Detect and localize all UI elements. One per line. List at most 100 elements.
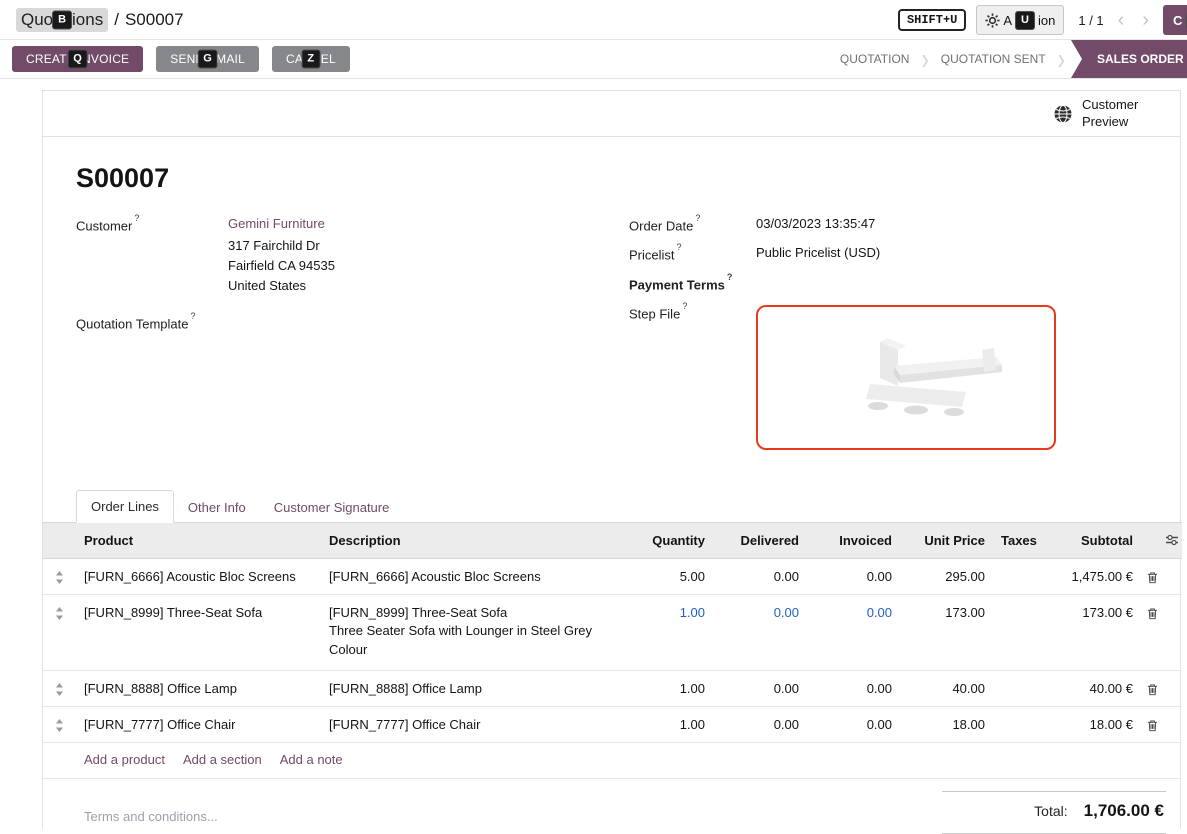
address-line: 317 Fairchild Dr (228, 236, 335, 256)
customer-address: 317 Fairchild Dr Fairfield CA 94535 Unit… (228, 236, 335, 296)
cell-quantity[interactable]: 1.00 (621, 706, 713, 742)
cell-product[interactable]: [FURN_8888] Office Lamp (76, 670, 321, 706)
order-date-input[interactable]: 03/03/2023 13:35:47 (756, 216, 875, 233)
delete-line-button[interactable] (1141, 670, 1163, 706)
tab-other-info[interactable]: Other Info (174, 492, 260, 523)
customer-preview-link[interactable]: Customer Preview (1082, 97, 1154, 130)
customer-preview-row: Customer Preview (43, 91, 1180, 137)
order-line-footer-links: Add a product Add a section Add a note (43, 743, 1180, 779)
tab-order-lines[interactable]: Order Lines (76, 490, 174, 523)
field-pricelist-label: Pricelist? (629, 245, 756, 262)
cell-delivered[interactable]: 0.00 (713, 594, 807, 670)
cell-product[interactable]: [FURN_6666] Acoustic Bloc Screens (76, 558, 321, 594)
pager-count: 1 / 1 (1078, 13, 1103, 28)
drag-handle[interactable] (43, 558, 76, 594)
breadcrumb-quotations[interactable]: Quotations B (16, 8, 108, 32)
cell-unit-price[interactable]: 295.00 (900, 558, 993, 594)
cell-taxes[interactable] (993, 706, 1041, 742)
cancel-button[interactable]: CANCEL Z (272, 46, 350, 72)
cell-delivered[interactable]: 0.00 (713, 558, 807, 594)
fields-section: Customer? Gemini Furniture 317 Fairchild… (76, 216, 1142, 462)
status-step-quotation[interactable]: QUOTATION (830, 52, 920, 66)
address-line: Fairfield CA 94535 (228, 256, 335, 276)
drag-handle[interactable] (43, 670, 76, 706)
step-file-3d-render (784, 322, 1028, 432)
drag-handle[interactable] (43, 594, 76, 670)
cell-product[interactable]: [FURN_7777] Office Chair (76, 706, 321, 742)
field-step-file: Step File? (629, 304, 1142, 450)
cell-description[interactable]: [FURN_8999] Three-Seat Sofa Three Seater… (321, 594, 621, 670)
hotkey-badge: Q (67, 50, 88, 69)
field-payment-terms-label: Payment Terms? (629, 275, 756, 292)
send-email-button[interactable]: SEND EMAIL G (156, 46, 259, 72)
cell-invoiced[interactable]: 0.00 (807, 706, 900, 742)
terms-placeholder[interactable]: Terms and conditions... (84, 809, 218, 824)
tab-customer-signature[interactable]: Customer Signature (260, 492, 404, 523)
cell-quantity[interactable]: 1.00 (621, 670, 713, 706)
trash-icon (1143, 683, 1161, 696)
add-a-note-link[interactable]: Add a note (280, 752, 343, 767)
trash-icon (1143, 607, 1161, 620)
cell-taxes[interactable] (993, 594, 1041, 670)
cell-quantity[interactable]: 1.00 (621, 594, 713, 670)
field-pricelist: Pricelist? Public Pricelist (USD) (629, 245, 1142, 262)
create-invoice-button[interactable]: CREATE INVOICE Q (12, 46, 143, 72)
help-icon: ? (727, 272, 733, 282)
field-step-file-label: Step File? (629, 304, 756, 450)
drag-handle[interactable] (43, 706, 76, 742)
globe-icon (1053, 104, 1073, 124)
cell-quantity[interactable]: 5.00 (621, 558, 713, 594)
cell-invoiced[interactable]: 0.00 (807, 670, 900, 706)
cell-description[interactable]: [FURN_8888] Office Lamp (321, 670, 621, 706)
cell-unit-price[interactable]: 40.00 (900, 670, 993, 706)
drag-handle-icon (45, 607, 74, 620)
cell-taxes[interactable] (993, 670, 1041, 706)
help-icon: ? (695, 213, 700, 223)
cell-description[interactable]: [FURN_6666] Acoustic Bloc Screens (321, 558, 621, 594)
cell-description[interactable]: [FURN_7777] Office Chair (321, 706, 621, 742)
hotkey-badge: B (52, 10, 72, 29)
create-button[interactable]: C (1163, 5, 1187, 35)
cell-taxes[interactable] (993, 558, 1041, 594)
trash-icon (1143, 571, 1161, 584)
shortcut-hint-badge: SHIFT+U (898, 9, 966, 31)
header-invoiced: Invoiced (807, 522, 900, 558)
help-icon: ? (191, 311, 196, 321)
optional-columns-button[interactable] (1163, 522, 1182, 558)
delete-line-button[interactable] (1141, 594, 1163, 670)
table-header-row: Product Description Quantity Delivered I… (43, 522, 1182, 558)
pager-next-button[interactable]: › (1138, 10, 1153, 30)
step-file-preview[interactable] (756, 305, 1056, 450)
header-unit-price: Unit Price (900, 522, 993, 558)
status-step-sales-order[interactable]: SALES ORDER (1071, 40, 1187, 78)
cell-unit-price[interactable]: 18.00 (900, 706, 993, 742)
pricelist-input[interactable]: Public Pricelist (USD) (756, 245, 880, 262)
add-a-section-link[interactable]: Add a section (183, 752, 262, 767)
header-taxes: Taxes (993, 522, 1041, 558)
order-line-row: [FURN_8888] Office Lamp [FURN_8888] Offi… (43, 670, 1182, 706)
hotkey-badge: U (1015, 11, 1035, 30)
customer-link[interactable]: Gemini Furniture (228, 216, 335, 231)
header-handle (43, 522, 76, 558)
add-a-product-link[interactable]: Add a product (84, 752, 165, 767)
delete-line-button[interactable] (1141, 706, 1163, 742)
cell-unit-price[interactable]: 173.00 (900, 594, 993, 670)
topbar-right-cluster: SHIFT+U A U ion 1 / 1 ‹ › C (898, 0, 1187, 40)
header-delivered: Delivered (713, 522, 807, 558)
status-step-quotation-sent[interactable]: QUOTATION SENT (931, 52, 1056, 66)
cell-invoiced[interactable]: 0.00 (807, 594, 900, 670)
order-line-row: [FURN_6666] Acoustic Bloc Screens [FURN_… (43, 558, 1182, 594)
delete-line-button[interactable] (1141, 558, 1163, 594)
drag-handle-icon (45, 683, 74, 696)
cell-product[interactable]: [FURN_8999] Three-Seat Sofa (76, 594, 321, 670)
action-menu-button[interactable]: A U ion (976, 5, 1064, 35)
cell-delivered[interactable]: 0.00 (713, 670, 807, 706)
trash-icon (1143, 719, 1161, 732)
top-navbar: Quotations B / S00007 SHIFT+U A U (0, 0, 1187, 40)
pager-previous-button[interactable]: ‹ (1114, 10, 1129, 30)
optional-columns-icon (1165, 534, 1180, 546)
cell-delivered[interactable]: 0.00 (713, 706, 807, 742)
cell-invoiced[interactable]: 0.00 (807, 558, 900, 594)
address-line: United States (228, 276, 335, 296)
breadcrumb: Quotations B / S00007 (16, 8, 184, 32)
